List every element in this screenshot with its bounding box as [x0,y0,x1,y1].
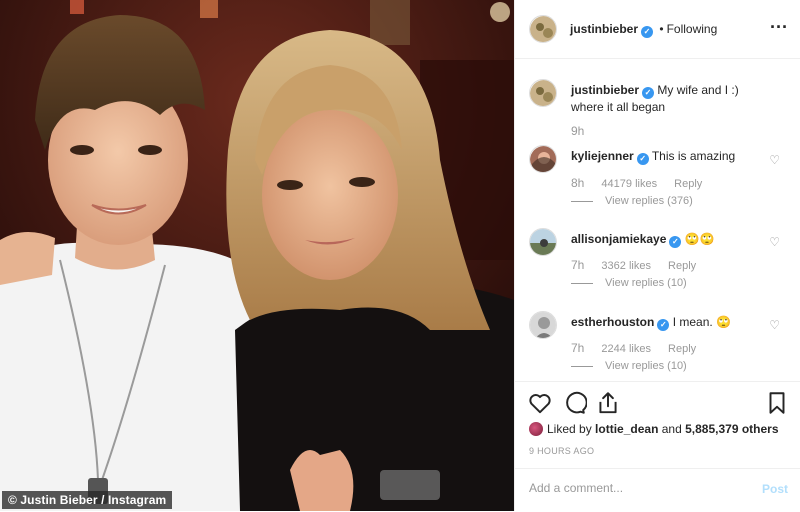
post-side-panel: justinbieber ✓ • Following ··· justinbiebe… [514,0,800,511]
comment: kyliejenner ✓ This is amazing ♡ 8h 44179 … [515,145,800,215]
avatar[interactable] [529,79,557,107]
avatar[interactable] [529,145,557,173]
reply-button[interactable]: Reply [674,178,702,190]
post-header: justinbieber ✓ • Following ··· [515,0,800,59]
comment: estherhouston ✓ I mean. 🙄 ♡ 7h 2244 likes… [515,311,800,381]
comment-body: allisonjamiekaye ✓ 🙄🙄 [571,231,770,248]
reply-button[interactable]: Reply [668,260,696,272]
replies-line [571,365,593,367]
comment-time[interactable]: 7h [571,341,584,355]
separator-dot: • [659,22,664,36]
liker-avatar[interactable] [529,422,543,436]
comment-meta: 8h 44179 likes Reply [571,176,716,190]
verified-badge-icon: ✓ [669,236,682,248]
comment-time[interactable]: 7h [571,258,584,272]
verified-badge-icon: ✓ [642,87,655,99]
comment-username[interactable]: estherhouston [571,315,654,329]
header-username[interactable]: justinbieber [570,22,638,36]
liked-by-count[interactable]: 5,885,379 others [685,422,778,436]
comment-likes[interactable]: 3362 likes [601,260,651,272]
view-replies[interactable]: View replies (10) [571,360,687,372]
comment-meta: 7h 2244 likes Reply [571,341,710,355]
comment-likes[interactable]: 44179 likes [601,178,657,190]
avatar[interactable] [529,15,557,43]
comment: allisonjamiekaye ✓ 🙄🙄 ♡ 7h 3362 likes Rep… [515,228,800,298]
avatar-image [530,312,556,338]
view-replies-label: View replies (10) [605,277,687,289]
avatar-image [530,146,556,172]
reply-button[interactable]: Reply [668,343,696,355]
comment-username[interactable]: allisonjamiekaye [571,232,666,246]
caption: justinbieber ✓ My wife and I :) where it … [515,79,800,139]
action-bar [515,381,800,422]
view-replies[interactable]: View replies (376) [571,195,693,207]
replies-line [571,282,593,284]
comment-text: 🙄🙄 [684,232,715,246]
post-photo[interactable]: © Justin Bieber / Instagram [0,0,514,511]
replies-line [571,200,593,202]
comment-time[interactable]: 8h [571,176,584,190]
view-replies[interactable]: View replies (10) [571,277,687,289]
more-horizontal-icon[interactable]: ··· [770,18,788,36]
comment-likes[interactable]: 2244 likes [601,343,651,355]
heart-icon[interactable] [527,390,553,416]
add-comment-input[interactable] [529,481,739,495]
comment-like-heart-icon[interactable]: ♡ [769,318,780,332]
caption-body: justinbieber ✓ My wife and I :) where it … [571,82,770,115]
liked-by-suffix: and [661,422,682,436]
liked-by-user[interactable]: lottie_dean [595,422,658,436]
photo-illustration [0,0,514,511]
following-button[interactable]: Following [667,22,718,36]
photo-credit: © Justin Bieber / Instagram [2,491,173,509]
liked-by-prefix: Liked by [547,422,592,436]
header-text: justinbieber ✓ • Following [570,22,717,38]
liked-by: Liked by lottie_dean and 5,885,379 other… [529,422,779,436]
comment-username[interactable]: kyliejenner [571,149,634,163]
bookmark-icon[interactable] [764,390,790,416]
caption-time[interactable]: 9h [571,124,584,138]
comment-body: estherhouston ✓ I mean. 🙄 [571,314,770,331]
caption-meta: 9h [571,124,598,138]
avatar-image [530,16,556,42]
verified-badge-icon: ✓ [657,319,670,331]
comment-like-heart-icon[interactable]: ♡ [769,153,780,167]
view-replies-label: View replies (376) [605,195,693,207]
comment-icon[interactable] [561,390,587,416]
view-replies-label: View replies (10) [605,360,687,372]
verified-badge-icon: ✓ [636,153,649,165]
share-icon[interactable] [595,390,621,416]
comment-body: kyliejenner ✓ This is amazing [571,148,770,165]
caption-username[interactable]: justinbieber [571,83,639,97]
post-time-ago[interactable]: 9 HOURS AGO [529,446,594,456]
comment-like-heart-icon[interactable]: ♡ [769,235,780,249]
comment-text: This is amazing [651,149,736,163]
comment-text: I mean. 🙄 [672,315,731,329]
avatar-image [530,80,556,106]
avatar-image [530,229,556,255]
post-comment-button[interactable]: Post [762,482,788,496]
add-comment-bar: Post [515,468,800,512]
verified-badge-icon: ✓ [641,26,654,38]
avatar[interactable] [529,228,557,256]
avatar[interactable] [529,311,557,339]
comment-meta: 7h 3362 likes Reply [571,258,710,272]
